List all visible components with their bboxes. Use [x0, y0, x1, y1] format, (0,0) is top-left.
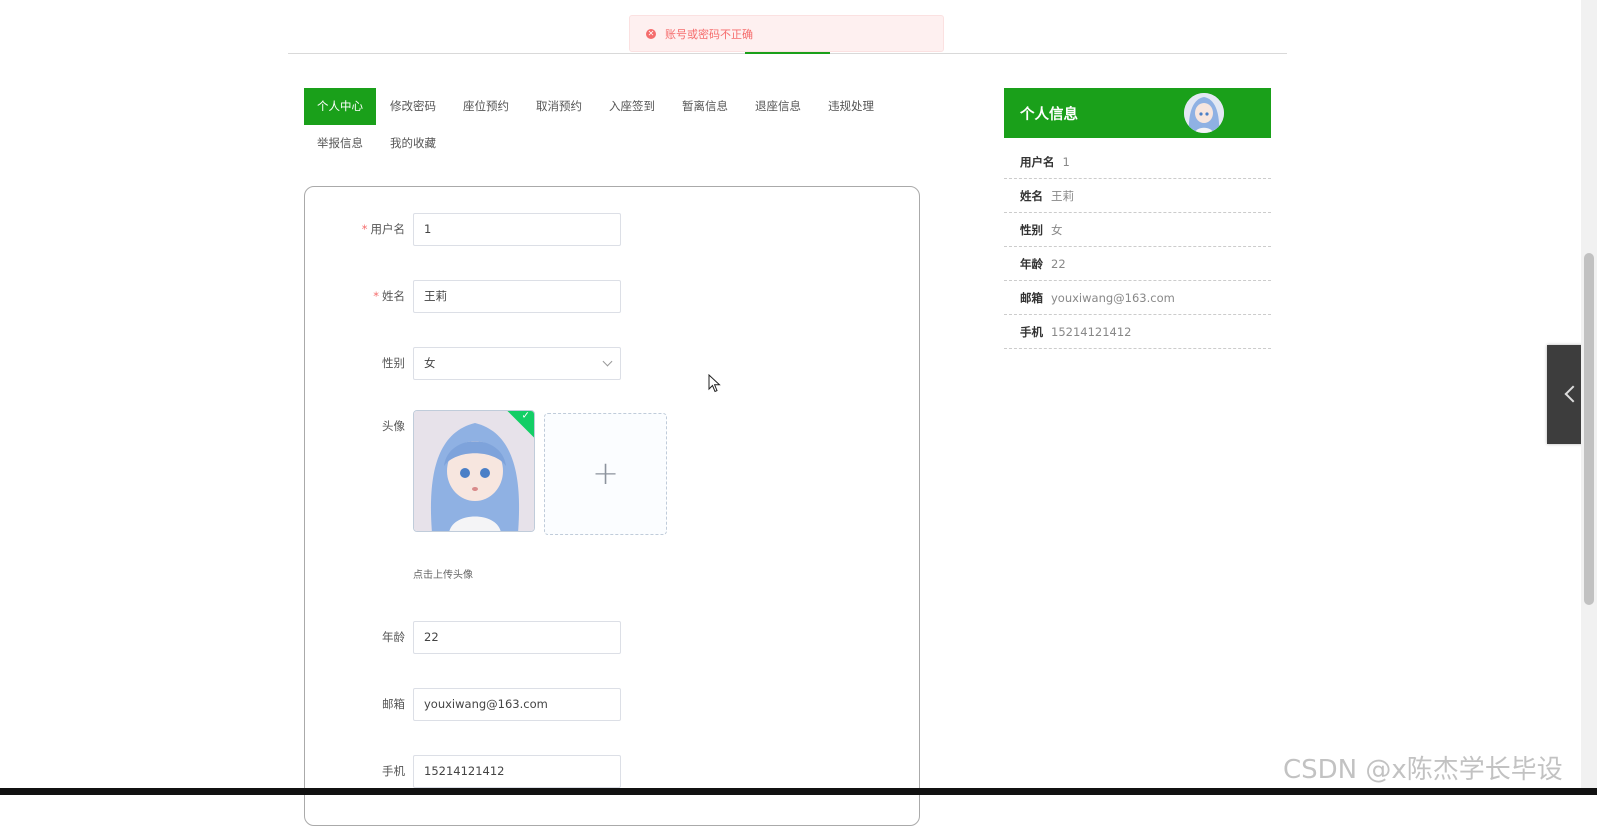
chevron-left-icon [1564, 385, 1582, 403]
avatar [1184, 93, 1224, 133]
info-row-name: 姓名 王莉 [1004, 179, 1271, 213]
profile-info-list: 用户名 1 姓名 王莉 性别女 年龄 22 邮箱 youxiwang@163.com 手… [1004, 145, 1271, 349]
profile-card-title: 个人信息 [1020, 107, 1078, 123]
avatar-illustration [414, 411, 534, 531]
tab-violations[interactable]: 违规处理 [815, 88, 887, 125]
chevron-down-icon [602, 356, 613, 367]
age-input[interactable]: 22 [413, 621, 621, 654]
username-input[interactable]: 1 [413, 213, 621, 246]
avatar-upload-hint: 点击上传头像 [413, 570, 473, 581]
avatar-row: 头像 ✓ + 点击上传头像 [305, 410, 919, 590]
bottom-bar [0, 788, 1597, 795]
vertical-scrollbar[interactable] [1581, 0, 1597, 795]
tab-seat-reservation[interactable]: 座位预约 [450, 88, 522, 125]
profile-card-header: 个人信息 [1004, 88, 1271, 138]
avatar-thumbnail[interactable]: ✓ [413, 410, 535, 532]
nav-active-underline [745, 52, 830, 54]
phone-input[interactable]: 15214121412 [413, 755, 621, 788]
check-icon: ✓ [521, 410, 530, 422]
tab-change-password[interactable]: 修改密码 [377, 88, 449, 125]
email-label: 邮箱 [382, 697, 405, 711]
tab-reports[interactable]: 举报信息 [304, 125, 376, 162]
tab-personal-center[interactable]: 个人中心 [304, 88, 376, 125]
email-input[interactable]: youxiwang@163.com [413, 688, 621, 721]
mouse-cursor-icon [708, 374, 721, 393]
avatar-label: 头像 [382, 419, 405, 433]
tab-seat-return[interactable]: 退座信息 [742, 88, 814, 125]
phone-label: 手机 [382, 764, 405, 778]
info-row-phone: 手机 15214121412 [1004, 315, 1271, 349]
name-input[interactable]: 王莉 [413, 280, 621, 313]
error-toast: ✕ 账号或密码不正确 [629, 15, 944, 52]
gender-value: 女 [424, 356, 436, 370]
scrollbar-thumb[interactable] [1584, 253, 1594, 605]
name-label: * 姓名 [373, 289, 405, 303]
watermark-text: CSDN @x陈杰学长毕设 [1283, 755, 1563, 785]
toast-message: 账号或密码不正确 [665, 27, 753, 41]
tab-cancel-reservation[interactable]: 取消预约 [523, 88, 595, 125]
info-row-gender: 性别女 [1004, 213, 1271, 247]
error-circle-icon: ✕ [646, 28, 656, 39]
tab-temporary-leave[interactable]: 暂离信息 [669, 88, 741, 125]
profile-form: * 用户名 1 * 姓名 王莉 性别 女 头像 ✓ + 点击上传头像 年龄 22… [304, 186, 920, 826]
gender-select[interactable]: 女 [413, 347, 621, 380]
age-label: 年龄 [382, 630, 405, 644]
gender-label: 性别 [382, 356, 405, 370]
plus-icon: + [592, 454, 619, 492]
avatar-upload-button[interactable]: + [544, 413, 667, 535]
info-row-username: 用户名 1 [1004, 145, 1271, 179]
tab-check-in[interactable]: 入座签到 [596, 88, 668, 125]
tab-favorites[interactable]: 我的收藏 [377, 125, 449, 162]
username-label: * 用户名 [361, 222, 405, 236]
info-row-email: 邮箱 youxiwang@163.com [1004, 281, 1271, 315]
avatar-mini-illustration [1184, 93, 1224, 133]
info-row-age: 年龄 22 [1004, 247, 1271, 281]
